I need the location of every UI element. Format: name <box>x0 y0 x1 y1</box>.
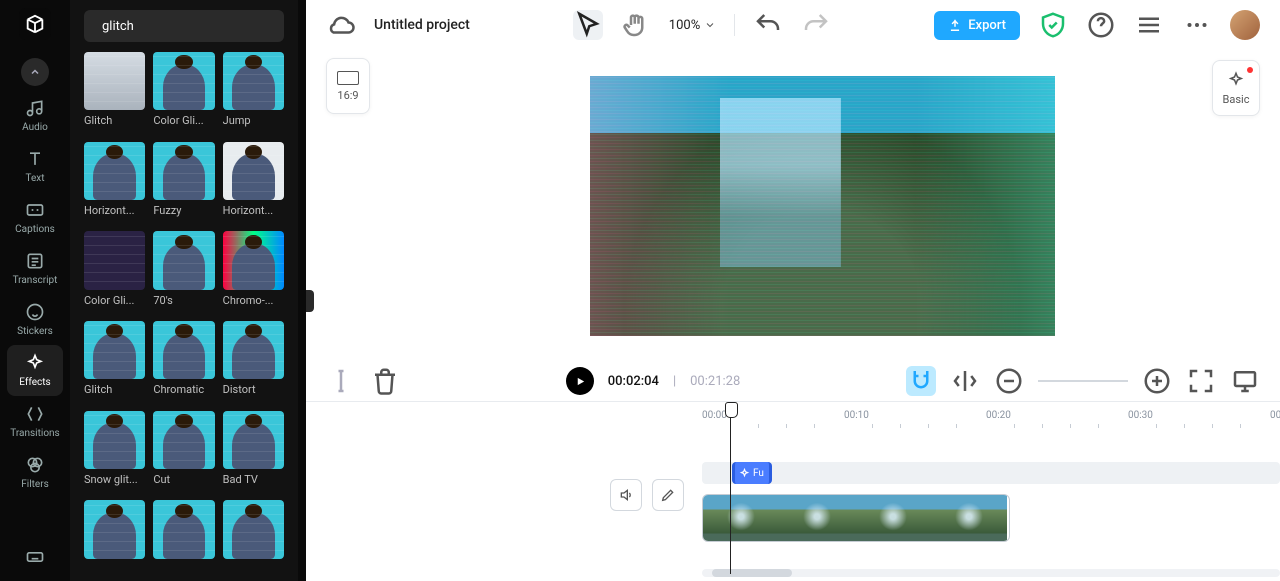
ruler-tick-label: 00:00 <box>702 410 727 421</box>
timeline-ruler[interactable]: 00:0000:1000:2000:3000:4000:5001:00 <box>702 402 1280 432</box>
effect-item[interactable]: Distort <box>223 321 284 405</box>
mute-track-button[interactable] <box>610 479 642 511</box>
sparkle-icon <box>1227 71 1245 89</box>
captions-icon <box>25 200 45 220</box>
nav-collapse-icon[interactable] <box>21 58 49 86</box>
basic-panel-button[interactable]: Basic <box>1212 60 1260 116</box>
effect-item[interactable]: Snow glit... <box>84 411 145 495</box>
keyboard-icon[interactable] <box>7 539 63 575</box>
nav-audio[interactable]: Audio <box>7 90 63 141</box>
playback-controls: 00:02:04 | 00:21:28 <box>306 361 1280 401</box>
ruler-tick-label: 00:20 <box>986 410 1011 421</box>
search-input-wrap <box>84 10 284 42</box>
effect-track-bg <box>702 462 1280 484</box>
effect-item[interactable]: Chromo-... <box>223 231 284 315</box>
main-area: Untitled project 100% Export 16:9 <box>306 0 1280 581</box>
nav-text[interactable]: Text <box>7 141 63 192</box>
zoom-select[interactable]: 100% <box>669 18 716 33</box>
hand-tool[interactable] <box>621 10 651 40</box>
nav-transcript[interactable]: Transcript <box>7 243 63 294</box>
chevron-down-icon <box>704 19 716 31</box>
preview-canvas[interactable] <box>590 76 1055 336</box>
nav-stickers[interactable]: Stickers <box>7 294 63 345</box>
fullscreen-icon[interactable] <box>1186 366 1216 396</box>
effects-grid: GlitchColor Gli...JumpHorizont...FuzzyHo… <box>70 52 298 581</box>
timeline-tracks[interactable]: 00:0000:1000:2000:3000:4000:5001:00 Fu <box>702 402 1280 581</box>
effect-item[interactable]: Jump <box>223 52 284 136</box>
app-logo[interactable] <box>19 8 51 40</box>
effect-item[interactable] <box>84 500 145 571</box>
edit-track-button[interactable] <box>652 479 684 511</box>
video-clip[interactable] <box>702 494 1010 542</box>
timeline: 00:0000:1000:2000:3000:4000:5001:00 Fu <box>306 401 1280 581</box>
help-icon[interactable] <box>1086 10 1116 40</box>
nav-transitions[interactable]: Transitions <box>7 396 63 447</box>
effect-item[interactable]: Horizont... <box>84 142 145 226</box>
topbar: Untitled project 100% Export <box>306 0 1280 50</box>
ruler-tick-label: 00:40 <box>1270 410 1280 421</box>
redo-button[interactable] <box>801 10 831 40</box>
filters-icon <box>25 455 45 475</box>
transitions-icon <box>25 404 45 424</box>
effect-clip[interactable]: Fu <box>732 462 772 484</box>
avatar[interactable] <box>1230 10 1260 40</box>
split-icon[interactable] <box>950 366 980 396</box>
effects-panel: GlitchColor Gli...JumpHorizont...FuzzyHo… <box>70 0 298 581</box>
zoom-slider[interactable] <box>1038 380 1128 382</box>
effect-item[interactable]: Glitch <box>84 52 145 136</box>
time-total: 00:21:28 <box>690 374 740 389</box>
effect-item[interactable]: Color Gli... <box>84 231 145 315</box>
ruler-tick-label: 00:10 <box>844 410 869 421</box>
nav-captions[interactable]: Captions <box>7 192 63 243</box>
project-title[interactable]: Untitled project <box>374 17 470 33</box>
magnet-icon[interactable] <box>906 366 936 396</box>
effect-item[interactable]: Fuzzy <box>153 142 214 226</box>
nav-effects[interactable]: Effects <box>7 345 63 396</box>
ruler-tick-label: 00:30 <box>1128 410 1153 421</box>
effect-item[interactable]: Cut <box>153 411 214 495</box>
effects-icon <box>25 353 45 373</box>
cloud-sync-icon[interactable] <box>326 10 356 40</box>
layers-icon[interactable] <box>1134 10 1164 40</box>
pointer-tool[interactable] <box>573 10 603 40</box>
text-icon <box>25 149 45 169</box>
timeline-scroll[interactable] <box>702 569 1280 577</box>
effect-item[interactable]: Bad TV <box>223 411 284 495</box>
more-icon[interactable] <box>1182 10 1212 40</box>
export-icon <box>948 18 962 32</box>
presentation-icon[interactable] <box>1230 366 1260 396</box>
zoom-in-button[interactable] <box>1142 366 1172 396</box>
shield-icon[interactable] <box>1038 10 1068 40</box>
effect-item[interactable]: Glitch <box>84 321 145 405</box>
zoom-out-button[interactable] <box>994 366 1024 396</box>
play-button[interactable] <box>566 367 594 395</box>
time-separator: | <box>673 374 676 389</box>
effect-item[interactable]: 70's <box>153 231 214 315</box>
stickers-icon <box>25 302 45 322</box>
text-cursor-icon[interactable] <box>326 366 356 396</box>
nav-filters[interactable]: Filters <box>7 447 63 498</box>
effect-item[interactable]: Color Gli... <box>153 52 214 136</box>
left-nav-rail: AudioTextCaptionsTranscriptStickersEffec… <box>0 0 70 581</box>
time-current: 00:02:04 <box>608 374 659 389</box>
export-button[interactable]: Export <box>934 11 1020 40</box>
panel-divider[interactable] <box>298 0 306 581</box>
effect-item[interactable]: Horizont... <box>223 142 284 226</box>
effect-item[interactable] <box>153 500 214 571</box>
effect-item[interactable]: Chromatic <box>153 321 214 405</box>
delete-button[interactable] <box>370 366 400 396</box>
undo-button[interactable] <box>753 10 783 40</box>
audio-icon <box>25 98 45 118</box>
transcript-icon <box>25 251 45 271</box>
effect-item[interactable] <box>223 500 284 571</box>
aspect-ratio-button[interactable]: 16:9 <box>326 58 370 114</box>
search-input[interactable] <box>102 19 268 34</box>
sparkle-icon <box>739 468 750 479</box>
playhead[interactable] <box>730 404 731 574</box>
